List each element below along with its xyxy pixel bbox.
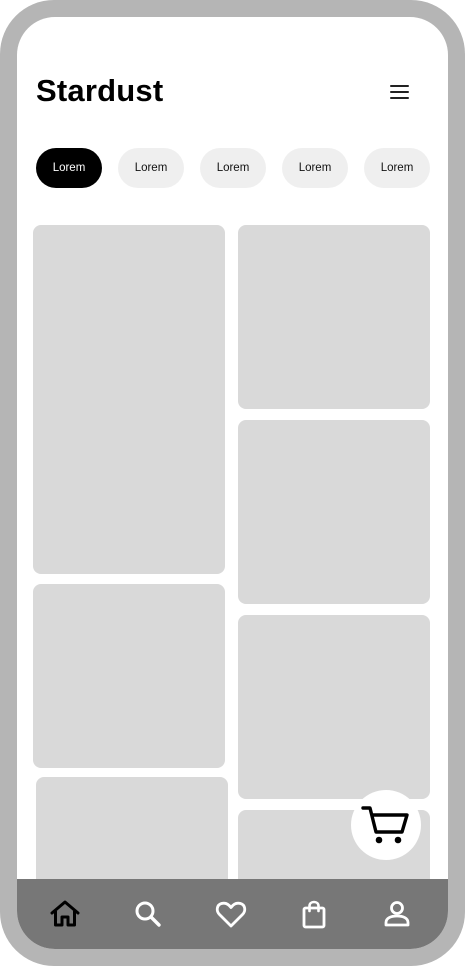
category-chip[interactable]: Lorem	[282, 148, 348, 188]
nav-bag[interactable]	[297, 897, 331, 931]
cart-button[interactable]	[351, 790, 421, 860]
category-chip[interactable]: Lorem	[364, 148, 430, 188]
nav-profile[interactable]	[380, 897, 414, 931]
product-card[interactable]	[238, 420, 430, 604]
nav-home[interactable]	[48, 897, 82, 931]
category-chip[interactable]: Lorem	[118, 148, 184, 188]
profile-icon	[384, 901, 410, 927]
product-card[interactable]	[33, 584, 225, 768]
product-card[interactable]	[238, 615, 430, 799]
heart-icon	[215, 901, 247, 928]
nav-search[interactable]	[131, 897, 165, 931]
category-chip[interactable]: Lorem	[200, 148, 266, 188]
shopping-bag-icon	[302, 900, 326, 929]
category-chips: Lorem Lorem Lorem Lorem Lorem	[36, 148, 448, 188]
device-frame: Stardust Lorem Lorem Lorem Lorem Lorem	[0, 0, 465, 966]
bottom-navigation	[17, 879, 448, 949]
app-screen: Stardust Lorem Lorem Lorem Lorem Lorem	[17, 17, 448, 949]
home-icon	[50, 900, 80, 927]
search-icon	[135, 901, 161, 927]
nav-favorites[interactable]	[214, 897, 248, 931]
menu-button[interactable]	[383, 79, 417, 105]
product-card[interactable]	[238, 225, 430, 409]
category-chip[interactable]: Lorem	[36, 148, 102, 188]
product-card[interactable]	[33, 225, 225, 574]
shopping-cart-icon	[361, 806, 409, 844]
app-title: Stardust	[36, 73, 164, 108]
